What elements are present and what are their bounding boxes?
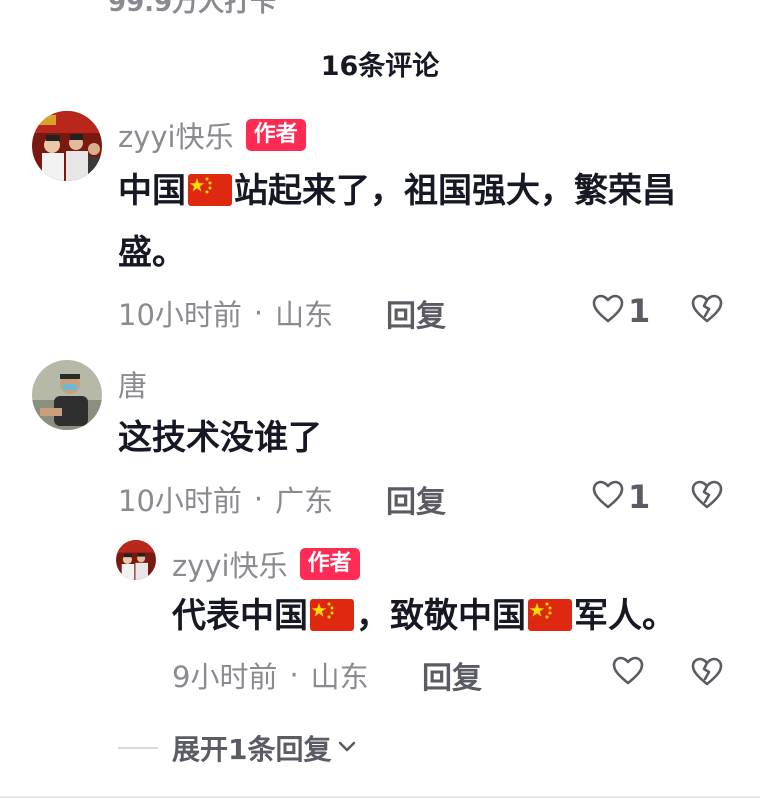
avatar[interactable]: [116, 540, 156, 580]
username-label: zyyi快乐: [118, 120, 234, 154]
china-flag-icon: [310, 599, 354, 631]
comment-text-part: 站起来了，祖国强大，繁荣昌: [234, 171, 676, 211]
heart-icon: [612, 656, 644, 690]
meta-separator: ·: [253, 296, 264, 330]
like-button[interactable]: [612, 656, 644, 690]
reply-text-part: 军人。: [574, 596, 676, 636]
comment-text: 中国 站起来了，祖国强大，繁荣昌 盛。: [118, 160, 738, 284]
reply-button[interactable]: 回复: [386, 477, 446, 521]
comment-time: 10小时前: [118, 484, 242, 518]
reply-username[interactable]: zyyi快乐 作者: [172, 543, 360, 585]
reply-text-part: ，致敬中国: [356, 596, 526, 636]
comment-count-title: 16条评论: [320, 51, 440, 82]
author-badge: 作者: [245, 119, 306, 151]
expand-divider: [118, 747, 158, 749]
comment-time: 10小时前: [118, 298, 242, 332]
like-button[interactable]: 1: [592, 478, 650, 516]
broken-heart-icon[interactable]: [690, 656, 724, 692]
avatar[interactable]: [32, 360, 102, 430]
meta-separator: ·: [253, 482, 264, 516]
reply-button[interactable]: 回复: [422, 653, 482, 697]
china-flag-icon: [188, 174, 232, 206]
reply-text-part: 代表中国: [172, 596, 308, 636]
expand-replies-button[interactable]: 展开1条回复: [118, 728, 357, 768]
bottom-divider: [0, 796, 760, 798]
comment-text: 这技术没谁了: [118, 418, 322, 458]
reply-time: 9小时前: [172, 660, 278, 694]
comment-meta: 10小时前 · 广东: [118, 478, 333, 520]
broken-heart-icon[interactable]: [690, 293, 724, 329]
expand-label: 展开1条回复: [172, 733, 332, 766]
comment-text-part: 盛。: [118, 233, 186, 273]
comments-panel: 99.9万人打卡 16条评论 zyyi快乐 作者 中国 站起来了，祖国强大，繁荣昌…: [0, 0, 760, 800]
broken-heart-icon[interactable]: [690, 479, 724, 515]
chevron-down-icon: [337, 739, 357, 758]
china-flag-icon: [528, 599, 572, 631]
reply-text: 代表中国 ，致敬中国 军人。: [172, 585, 742, 647]
comment-username[interactable]: zyyi快乐 作者: [118, 114, 306, 156]
comment-location: 山东: [275, 298, 334, 332]
avatar[interactable]: [32, 111, 102, 181]
heart-icon: [592, 480, 624, 514]
clipped-header-text: 99.9万人打卡: [108, 0, 277, 18]
heart-icon: [592, 294, 624, 328]
like-count: 1: [628, 292, 651, 330]
reply-location: 山东: [310, 660, 369, 694]
author-badge: 作者: [299, 548, 360, 580]
comment-meta: 10小时前 · 山东: [118, 292, 333, 334]
like-button[interactable]: 1: [592, 292, 650, 330]
username-label: zyyi快乐: [172, 549, 288, 583]
comment-location: 广东: [275, 484, 334, 518]
comment-text-part: 中国: [118, 171, 186, 211]
like-count: 1: [628, 478, 651, 516]
reply-button[interactable]: 回复: [386, 291, 446, 335]
reply-meta: 9小时前 · 山东: [172, 654, 369, 696]
meta-separator: ·: [289, 658, 299, 692]
comment-username[interactable]: 唐: [118, 363, 147, 405]
username-label: 唐: [118, 369, 148, 403]
